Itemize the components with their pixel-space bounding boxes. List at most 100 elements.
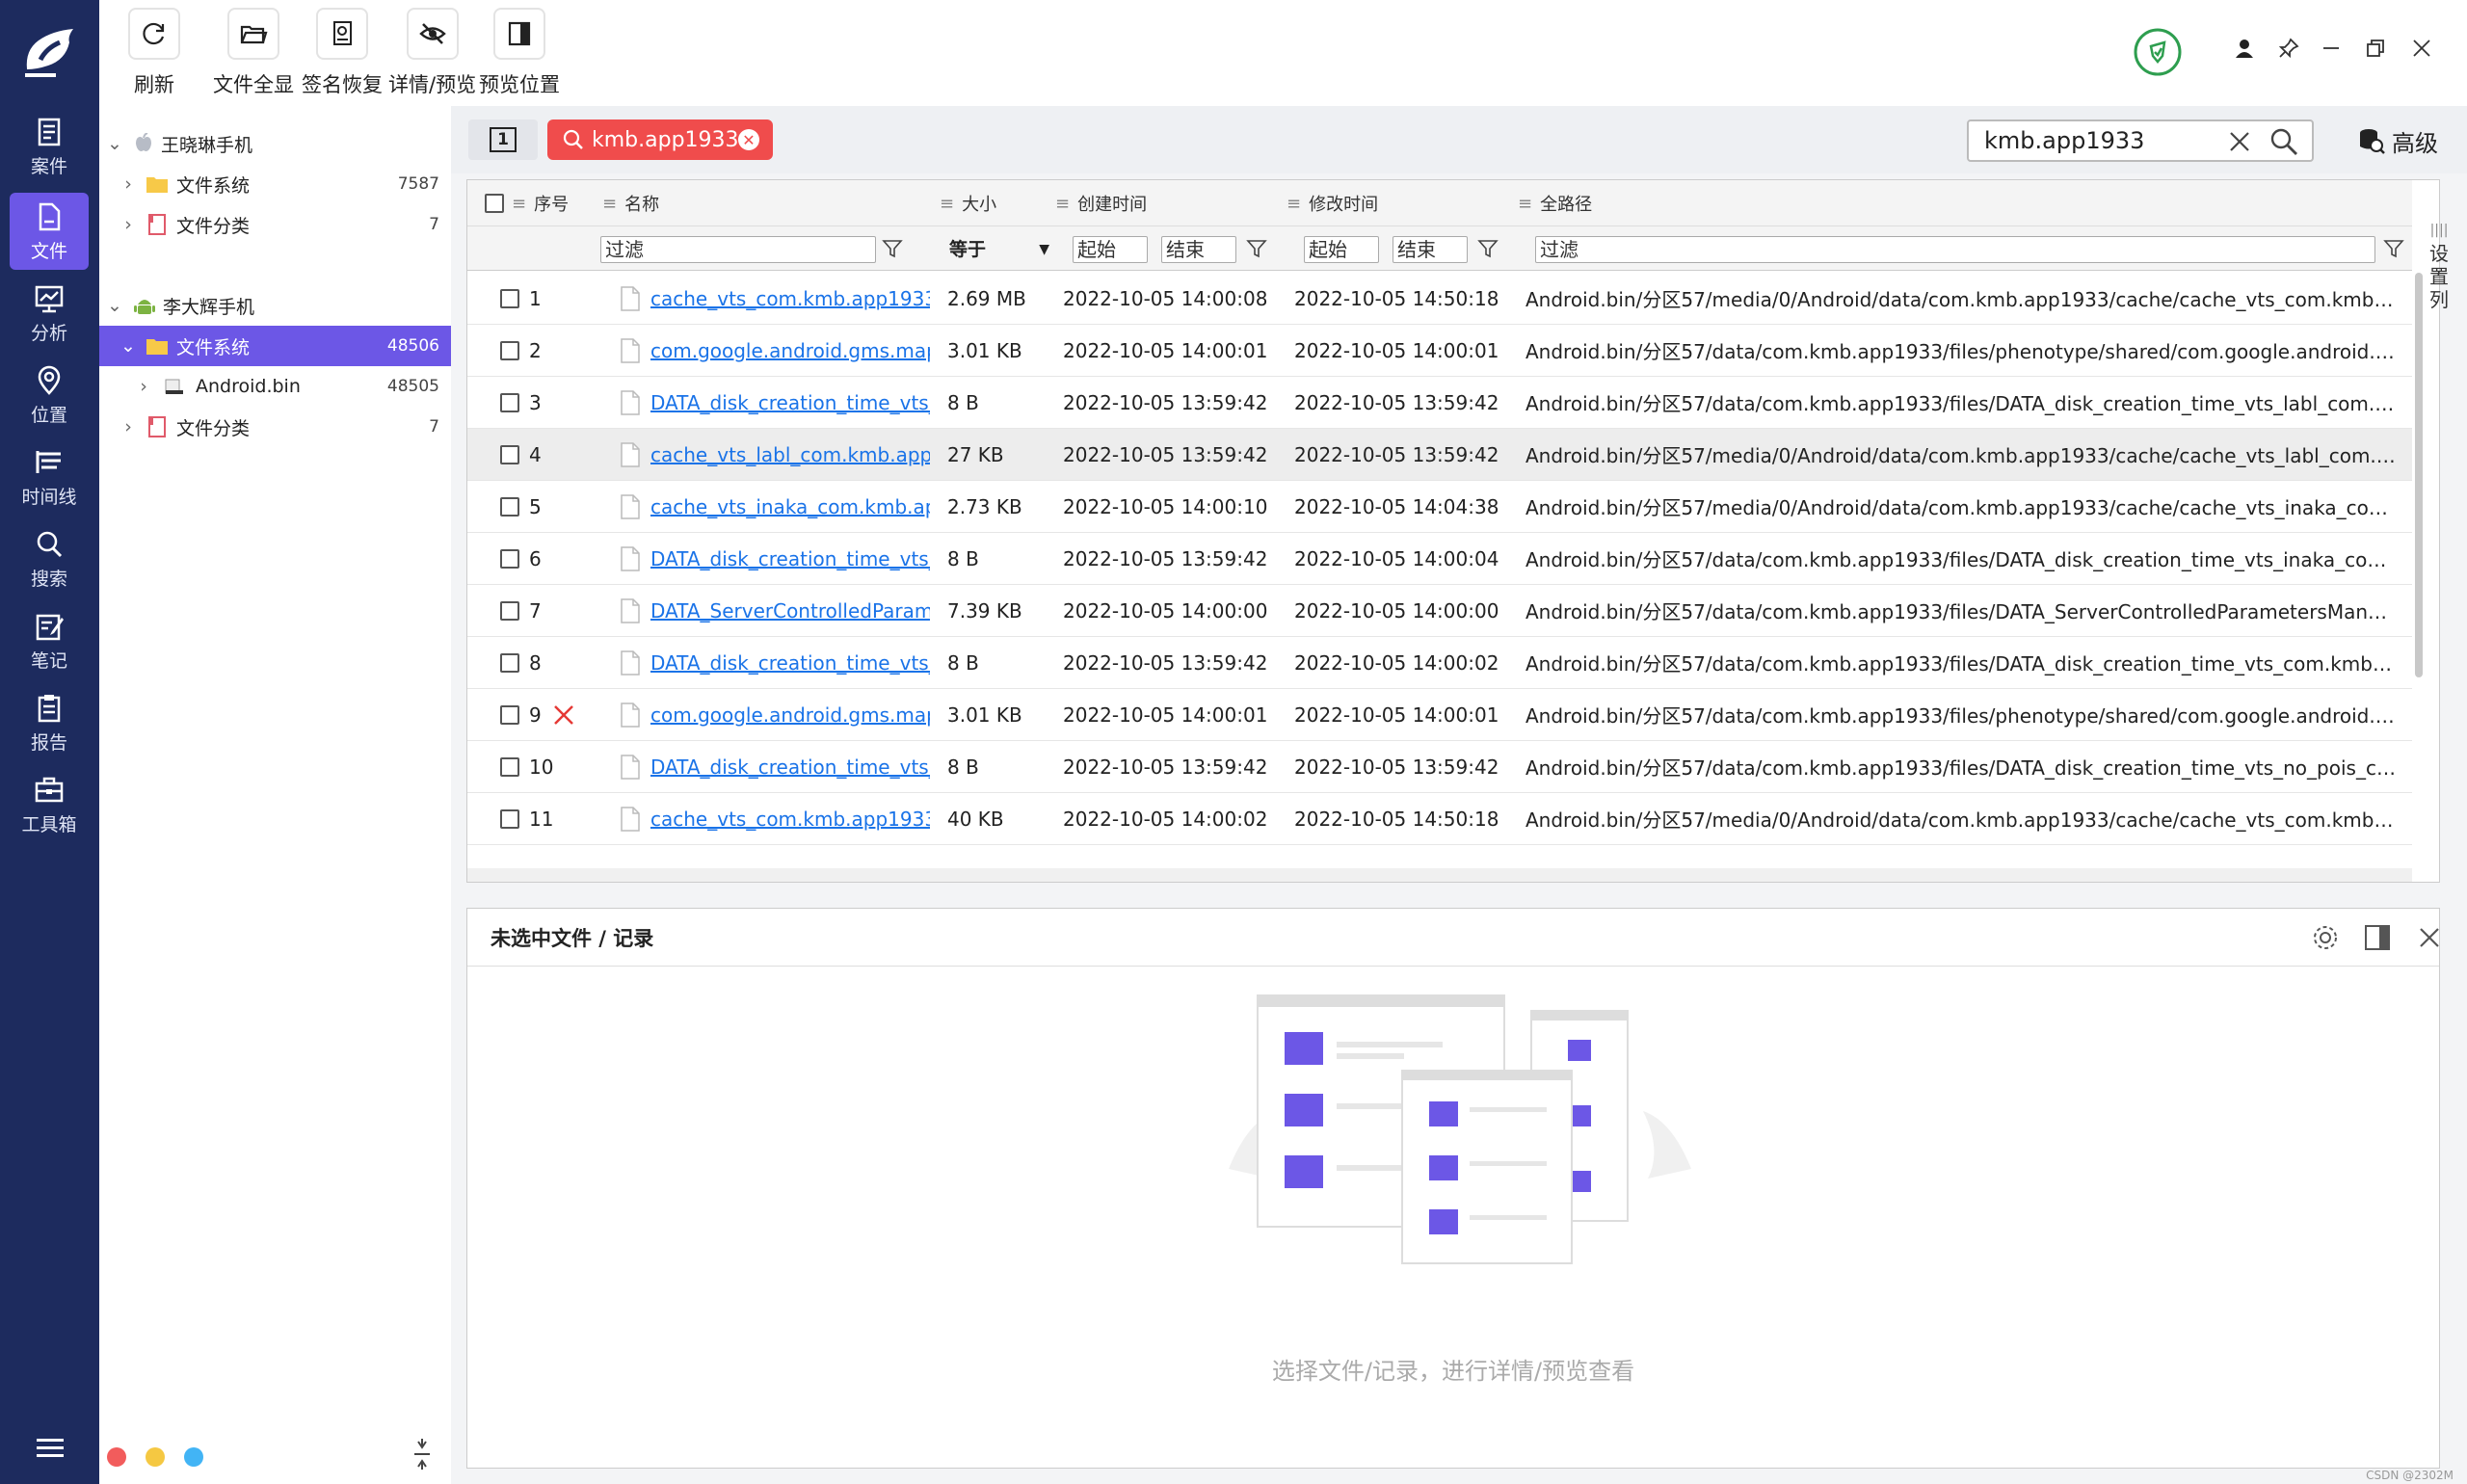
column-menu-icon[interactable]: ≡: [512, 194, 526, 214]
search-chip[interactable]: kmb.app1933 ✕: [547, 119, 773, 160]
tree-device-1-category[interactable]: › 文件分类 7: [99, 204, 451, 245]
show-all-files-button[interactable]: 文件全显: [213, 8, 294, 98]
header-created[interactable]: 创建时间: [1077, 191, 1147, 216]
header-size[interactable]: 大小: [962, 191, 996, 216]
row-checkbox[interactable]: [500, 288, 519, 308]
table-row[interactable]: 3 DATA_disk_creation_time_vts_la 8 B 2022-1…: [467, 377, 2412, 429]
chevron-right-icon[interactable]: ›: [119, 416, 138, 437]
file-name-link[interactable]: com.google.android.gms.maps:: [650, 339, 930, 362]
table-row[interactable]: 5 cache_vts_inaka_com.kmb.app1 2.73 KB 2022…: [467, 481, 2412, 533]
table-row[interactable]: 7 DATA_ServerControlledParamet 7.39 KB 2022…: [467, 585, 2412, 637]
tree-device-2[interactable]: ⌄ 李大辉手机: [99, 285, 451, 326]
row-checkbox[interactable]: [500, 496, 519, 517]
nav-search[interactable]: 搜索: [10, 520, 89, 597]
blue-dot[interactable]: [184, 1447, 203, 1467]
search-icon[interactable]: [2269, 127, 2298, 156]
table-row[interactable]: 2 com.google.android.gms.maps: 3.01 KB 2022…: [467, 325, 2412, 377]
chevron-down-icon[interactable]: ⌄: [105, 133, 124, 154]
red-dot[interactable]: [107, 1447, 126, 1467]
select-all-checkbox[interactable]: [485, 194, 504, 213]
file-name-link[interactable]: DATA_disk_creation_time_vts_cc: [650, 651, 930, 675]
header-modified[interactable]: 修改时间: [1309, 191, 1378, 216]
status-shield-icon[interactable]: [2133, 27, 2183, 77]
file-name-link[interactable]: cache_vts_com.kmb.app1933_d: [650, 287, 930, 310]
column-menu-icon[interactable]: ≡: [602, 194, 617, 214]
refresh-button[interactable]: 刷新: [128, 8, 180, 98]
close-icon[interactable]: [2414, 922, 2445, 953]
tree-android-bin[interactable]: › Android.bin 48505: [99, 366, 451, 407]
preview-position-button[interactable]: 预览位置: [479, 8, 560, 98]
row-checkbox[interactable]: [500, 548, 519, 569]
tree-device-2-filesystem[interactable]: ⌄ 文件系统 48506: [99, 326, 451, 366]
settings-icon[interactable]: [2310, 922, 2341, 953]
table-row[interactable]: 9 com.google.android.gms.maps: 3.01 KB 2022…: [467, 689, 2412, 741]
yellow-dot[interactable]: [146, 1447, 165, 1467]
file-name-link[interactable]: DATA_disk_creation_time_vts_in: [650, 547, 930, 570]
set-columns-button[interactable]: |||| 设置列: [2427, 219, 2451, 311]
header-name[interactable]: 名称: [624, 191, 659, 216]
search-input[interactable]: kmb.app1933: [1967, 119, 2314, 162]
row-checkbox[interactable]: [500, 808, 519, 829]
created-end-input[interactable]: 结束: [1161, 236, 1236, 263]
nav-location[interactable]: 位置: [10, 357, 89, 434]
file-name-link[interactable]: cache_vts_inaka_com.kmb.app1: [650, 495, 930, 518]
user-button[interactable]: [2229, 33, 2260, 64]
filter-icon[interactable]: [2383, 238, 2404, 259]
menu-icon[interactable]: [35, 1436, 66, 1461]
row-checkbox[interactable]: [500, 444, 519, 464]
nav-note[interactable]: 笔记: [10, 602, 89, 679]
pin-button[interactable]: [2273, 33, 2304, 64]
modified-end-input[interactable]: 结束: [1393, 236, 1468, 263]
nav-file[interactable]: 文件: [10, 193, 89, 270]
table-row[interactable]: 8 DATA_disk_creation_time_vts_cc 8 B 2022-1…: [467, 637, 2412, 689]
row-checkbox[interactable]: [500, 392, 519, 412]
row-checkbox[interactable]: [500, 600, 519, 621]
file-name-link[interactable]: DATA_ServerControlledParamet: [650, 599, 930, 623]
created-start-input[interactable]: 起始: [1073, 236, 1148, 263]
name-filter-input[interactable]: 过滤: [600, 236, 876, 263]
filter-icon[interactable]: [1246, 238, 1267, 259]
header-fullpath[interactable]: 全路径: [1540, 191, 1592, 216]
collapse-icon[interactable]: [411, 1438, 434, 1471]
nav-timeline[interactable]: 时间线: [10, 438, 89, 516]
column-menu-icon[interactable]: ≡: [1518, 194, 1532, 214]
chip-close-icon[interactable]: ✕: [738, 129, 759, 150]
table-row[interactable]: 1 cache_vts_com.kmb.app1933_d 2.69 MB 2022-…: [467, 273, 2412, 325]
nav-toolbox[interactable]: 工具箱: [10, 766, 89, 843]
size-operator-select[interactable]: 等于 ▼: [949, 236, 1055, 263]
file-name-link[interactable]: cache_vts_com.kmb.app1933_d: [650, 808, 930, 831]
row-checkbox[interactable]: [500, 704, 519, 725]
tree-device-1[interactable]: ⌄ 王晓琳手机: [99, 123, 451, 164]
filter-icon[interactable]: [1477, 238, 1499, 259]
vertical-scrollbar[interactable]: [2415, 273, 2423, 677]
file-name-link[interactable]: DATA_disk_creation_time_vts_la: [650, 391, 930, 414]
table-row[interactable]: 6 DATA_disk_creation_time_vts_in 8 B 2022-1…: [467, 533, 2412, 585]
chevron-right-icon[interactable]: ›: [119, 214, 138, 235]
chevron-down-icon[interactable]: ⌄: [119, 335, 138, 357]
chevron-down-icon[interactable]: ⌄: [105, 295, 124, 316]
row-checkbox[interactable]: [500, 756, 519, 777]
tree-device-1-filesystem[interactable]: › 文件系统 7587: [99, 164, 451, 204]
table-row[interactable]: 4 cache_vts_labl_com.kmb.app19 27 KB 2022-1…: [467, 429, 2412, 481]
file-name-link[interactable]: cache_vts_labl_com.kmb.app19: [650, 443, 930, 466]
row-checkbox[interactable]: [500, 340, 519, 360]
chevron-right-icon[interactable]: ›: [134, 376, 153, 397]
advanced-search-button[interactable]: 高级: [2357, 119, 2438, 162]
column-menu-icon[interactable]: ≡: [1287, 194, 1301, 214]
modified-start-input[interactable]: 起始: [1304, 236, 1379, 263]
signature-recovery-button[interactable]: 签名恢复: [302, 8, 383, 98]
restore-button[interactable]: [2360, 33, 2391, 64]
table-row[interactable]: 11 cache_vts_com.kmb.app1933_d 40 KB 2022-1…: [467, 793, 2412, 845]
nav-case[interactable]: 案件: [10, 108, 89, 185]
path-filter-input[interactable]: 过滤: [1535, 236, 2375, 263]
column-menu-icon[interactable]: ≡: [940, 194, 954, 214]
minimize-button[interactable]: [2316, 33, 2347, 64]
panel-right-icon[interactable]: [2362, 922, 2393, 953]
table-row[interactable]: 10 DATA_disk_creation_time_vts_nc 8 B 2022-…: [467, 741, 2412, 793]
nav-analysis[interactable]: 分析: [10, 275, 89, 352]
filter-icon[interactable]: [882, 238, 903, 259]
header-no[interactable]: 序号: [534, 191, 569, 216]
row-checkbox[interactable]: [500, 652, 519, 673]
close-window-button[interactable]: [2406, 33, 2437, 64]
clear-icon[interactable]: [2227, 129, 2252, 154]
